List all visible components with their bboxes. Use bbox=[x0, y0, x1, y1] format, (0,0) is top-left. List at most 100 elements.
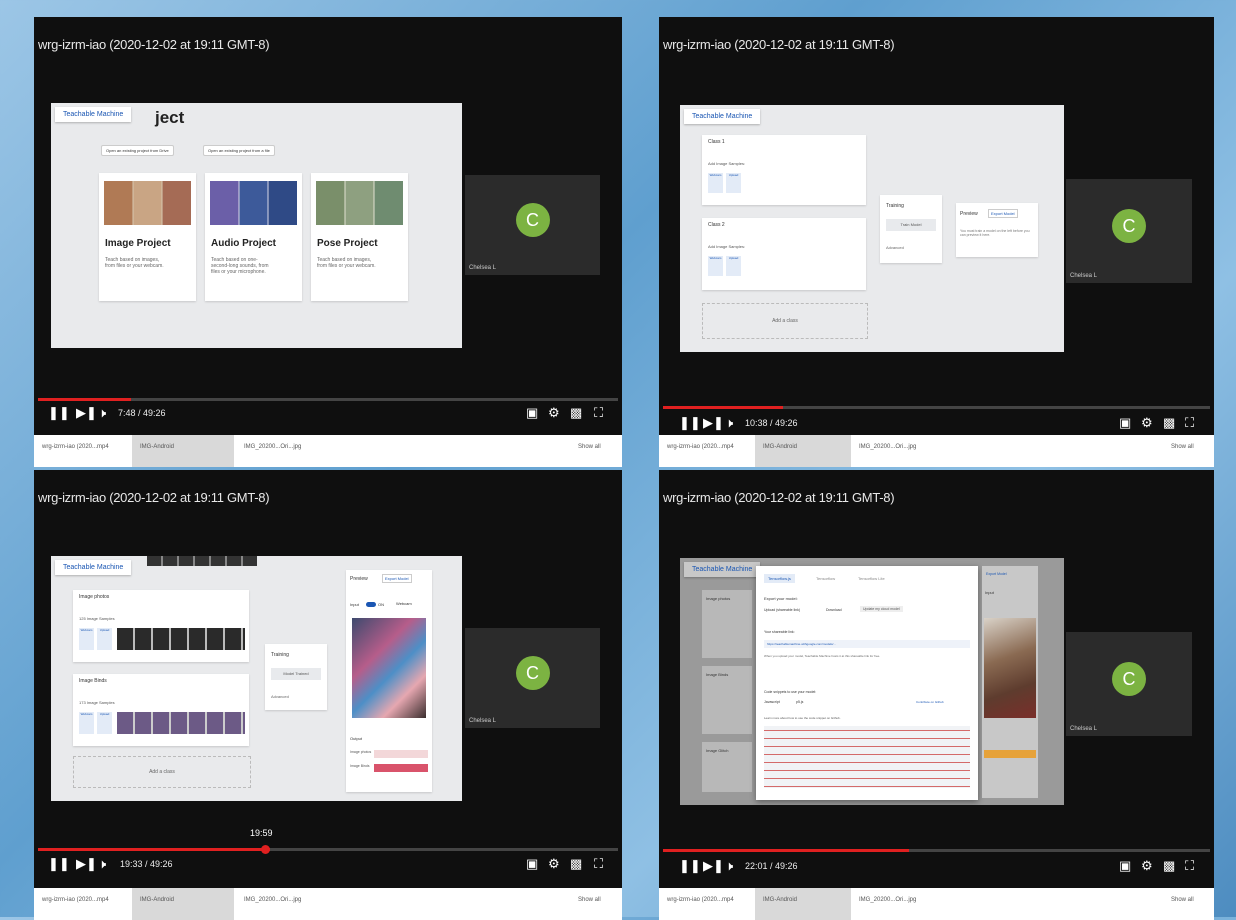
train-model-button[interactable]: Model Trained bbox=[271, 668, 321, 680]
show-all-button[interactable]: Show all bbox=[1171, 444, 1194, 450]
webcam-button[interactable]: Webcam bbox=[708, 256, 723, 276]
video-player-1[interactable]: wrg-izrm-iao (2020-12-02 at 19:11 GMT-8)… bbox=[34, 17, 622, 467]
input-toggle[interactable] bbox=[366, 602, 376, 607]
show-all-button[interactable]: Show all bbox=[578, 897, 601, 903]
tab-tensorflow[interactable]: Tensorflow bbox=[812, 574, 839, 583]
export-model-button[interactable]: Export Model bbox=[382, 574, 412, 583]
upload-button[interactable]: Upload bbox=[97, 712, 112, 734]
webcam-select[interactable]: Webcam bbox=[396, 601, 412, 606]
volume-icon[interactable]: 🕨 bbox=[98, 405, 106, 421]
download-item[interactable]: wrg-izrm-iao (2020...mp4 bbox=[667, 444, 734, 450]
advanced-toggle[interactable]: Advanced bbox=[886, 245, 904, 250]
class-card: Class 2 Add Image Samples: Webcam Upload bbox=[702, 218, 866, 290]
learn-more-text: Learn more about how to use the code sni… bbox=[764, 716, 841, 720]
upload-button[interactable]: Upload bbox=[726, 256, 741, 276]
add-samples-label: Add Image Samples: bbox=[708, 161, 746, 166]
webcam-preview bbox=[984, 618, 1036, 718]
captions-icon[interactable]: ▣ bbox=[526, 856, 538, 872]
volume-icon[interactable]: 🕨 bbox=[725, 858, 733, 874]
advanced-toggle[interactable]: Advanced bbox=[271, 694, 289, 699]
tab-tensorflow-js[interactable]: Tensorflow.js bbox=[764, 574, 795, 583]
train-model-button[interactable]: Train Model bbox=[886, 219, 936, 231]
volume-icon[interactable]: 🕨 bbox=[725, 415, 733, 431]
time-display: 7:48 / 49:26 bbox=[118, 408, 166, 418]
settings-icon[interactable]: ⚙ bbox=[548, 856, 560, 872]
audio-project-card[interactable]: Audio Project Teach based on one-second-… bbox=[205, 173, 302, 301]
download-item[interactable]: wrg-izrm-iao (2020...mp4 bbox=[667, 897, 734, 903]
contribute-link[interactable]: Contribute on Github bbox=[916, 700, 944, 704]
download-item[interactable]: IMG-Android bbox=[763, 444, 797, 450]
fullscreen-icon[interactable]: ⛶ bbox=[594, 856, 603, 872]
settings-icon[interactable]: ⚙ bbox=[548, 405, 560, 421]
next-icon[interactable]: ▶❚ bbox=[76, 856, 97, 872]
webcam-button[interactable]: Webcam bbox=[708, 173, 723, 193]
class-name: Image photos bbox=[706, 596, 731, 601]
miniplayer-icon[interactable]: ▩ bbox=[570, 856, 582, 872]
next-icon[interactable]: ▶❚ bbox=[76, 405, 97, 421]
upload-model-button[interactable]: Update my cloud model bbox=[860, 606, 903, 612]
video-player-4[interactable]: wrg-izrm-iao (2020-12-02 at 19:11 GMT-8)… bbox=[659, 470, 1214, 920]
pause-icon[interactable]: ❚❚ bbox=[48, 405, 70, 421]
captions-icon[interactable]: ▣ bbox=[1119, 858, 1131, 874]
upload-button[interactable]: Upload bbox=[726, 173, 741, 193]
add-class-button[interactable]: Add a class bbox=[73, 756, 251, 788]
show-all-button[interactable]: Show all bbox=[578, 444, 601, 450]
miniplayer-icon[interactable]: ▩ bbox=[1163, 415, 1175, 431]
video-title: wrg-izrm-iao (2020-12-02 at 19:11 GMT-8) bbox=[38, 37, 270, 52]
pause-icon[interactable]: ❚❚ bbox=[679, 858, 701, 874]
fullscreen-icon[interactable]: ⛶ bbox=[1185, 858, 1194, 874]
settings-icon[interactable]: ⚙ bbox=[1141, 415, 1153, 431]
captions-icon[interactable]: ▣ bbox=[526, 405, 538, 421]
training-title: Training bbox=[886, 203, 904, 209]
captions-icon[interactable]: ▣ bbox=[1119, 415, 1131, 431]
pause-icon[interactable]: ❚❚ bbox=[48, 856, 70, 872]
download-item[interactable]: wrg-izrm-iao (2020...mp4 bbox=[42, 897, 109, 903]
scrubber-handle[interactable] bbox=[261, 845, 270, 854]
download-item[interactable]: wrg-izrm-iao (2020...mp4 bbox=[42, 444, 109, 450]
pause-icon[interactable]: ❚❚ bbox=[679, 415, 701, 431]
fullscreen-icon[interactable]: ⛶ bbox=[1185, 415, 1194, 431]
add-class-button[interactable]: Add a class bbox=[702, 303, 868, 339]
miniplayer-icon[interactable]: ▩ bbox=[1163, 858, 1175, 874]
download-item[interactable]: IMG_20200...Ori...jpg bbox=[244, 444, 301, 450]
download-item[interactable]: IMG-Android bbox=[763, 897, 797, 903]
upload-option[interactable]: Upload (shareable link) bbox=[764, 608, 800, 612]
miniplayer-icon[interactable]: ▩ bbox=[570, 405, 582, 421]
class-card-bg: Image photos bbox=[702, 590, 752, 658]
teachable-machine-header: Teachable Machine bbox=[684, 562, 761, 577]
participant-avatar: C bbox=[515, 656, 550, 690]
shareable-link-input[interactable]: https://teachablemachine.withgoogle.com/… bbox=[764, 640, 970, 648]
webcam-button[interactable]: Webcam bbox=[79, 628, 94, 650]
progress-bar[interactable] bbox=[38, 848, 618, 851]
export-model-button[interactable]: Export Model bbox=[986, 572, 1007, 576]
p5js-tab[interactable]: p5.js bbox=[796, 700, 803, 704]
download-item[interactable]: IMG_20200...Ori...jpg bbox=[859, 444, 916, 450]
video-player-3[interactable]: wrg-izrm-iao (2020-12-02 at 19:11 GMT-8)… bbox=[34, 470, 622, 920]
open-drive-button[interactable]: Open an existing project from Drive bbox=[101, 145, 174, 156]
class-name: Image photos bbox=[79, 594, 110, 600]
webcam-button[interactable]: Webcam bbox=[79, 712, 94, 734]
open-file-button[interactable]: Open an existing project from a file bbox=[203, 145, 275, 156]
download-item[interactable]: IMG-Android bbox=[140, 897, 174, 903]
download-option[interactable]: Download bbox=[826, 608, 842, 612]
upload-button[interactable]: Upload bbox=[97, 628, 112, 650]
participant-name: Chelsea L bbox=[469, 265, 497, 271]
volume-icon[interactable]: 🕨 bbox=[98, 856, 106, 872]
next-icon[interactable]: ▶❚ bbox=[703, 415, 724, 431]
settings-icon[interactable]: ⚙ bbox=[1141, 858, 1153, 874]
export-model-button[interactable]: Export Model bbox=[988, 209, 1018, 218]
show-all-button[interactable]: Show all bbox=[1171, 897, 1194, 903]
download-item[interactable]: IMG_20200...Ori...jpg bbox=[244, 897, 301, 903]
download-item[interactable]: IMG_20200...Ori...jpg bbox=[859, 897, 916, 903]
tab-tensorflow-lite[interactable]: Tensorflow Lite bbox=[854, 574, 889, 583]
video-player-2[interactable]: wrg-izrm-iao (2020-12-02 at 19:11 GMT-8)… bbox=[659, 17, 1214, 467]
progress-bar[interactable] bbox=[663, 406, 1210, 409]
fullscreen-icon[interactable]: ⛶ bbox=[594, 405, 603, 421]
next-icon[interactable]: ▶❚ bbox=[703, 858, 724, 874]
download-item[interactable]: IMG-Android bbox=[140, 444, 174, 450]
progress-bar[interactable] bbox=[663, 849, 1210, 852]
progress-bar[interactable] bbox=[38, 398, 618, 401]
javascript-tab[interactable]: Javascript bbox=[764, 700, 780, 704]
image-project-card[interactable]: Image Project Teach based on images, fro… bbox=[99, 173, 196, 301]
pose-project-card[interactable]: Pose Project Teach based on images, from… bbox=[311, 173, 408, 301]
